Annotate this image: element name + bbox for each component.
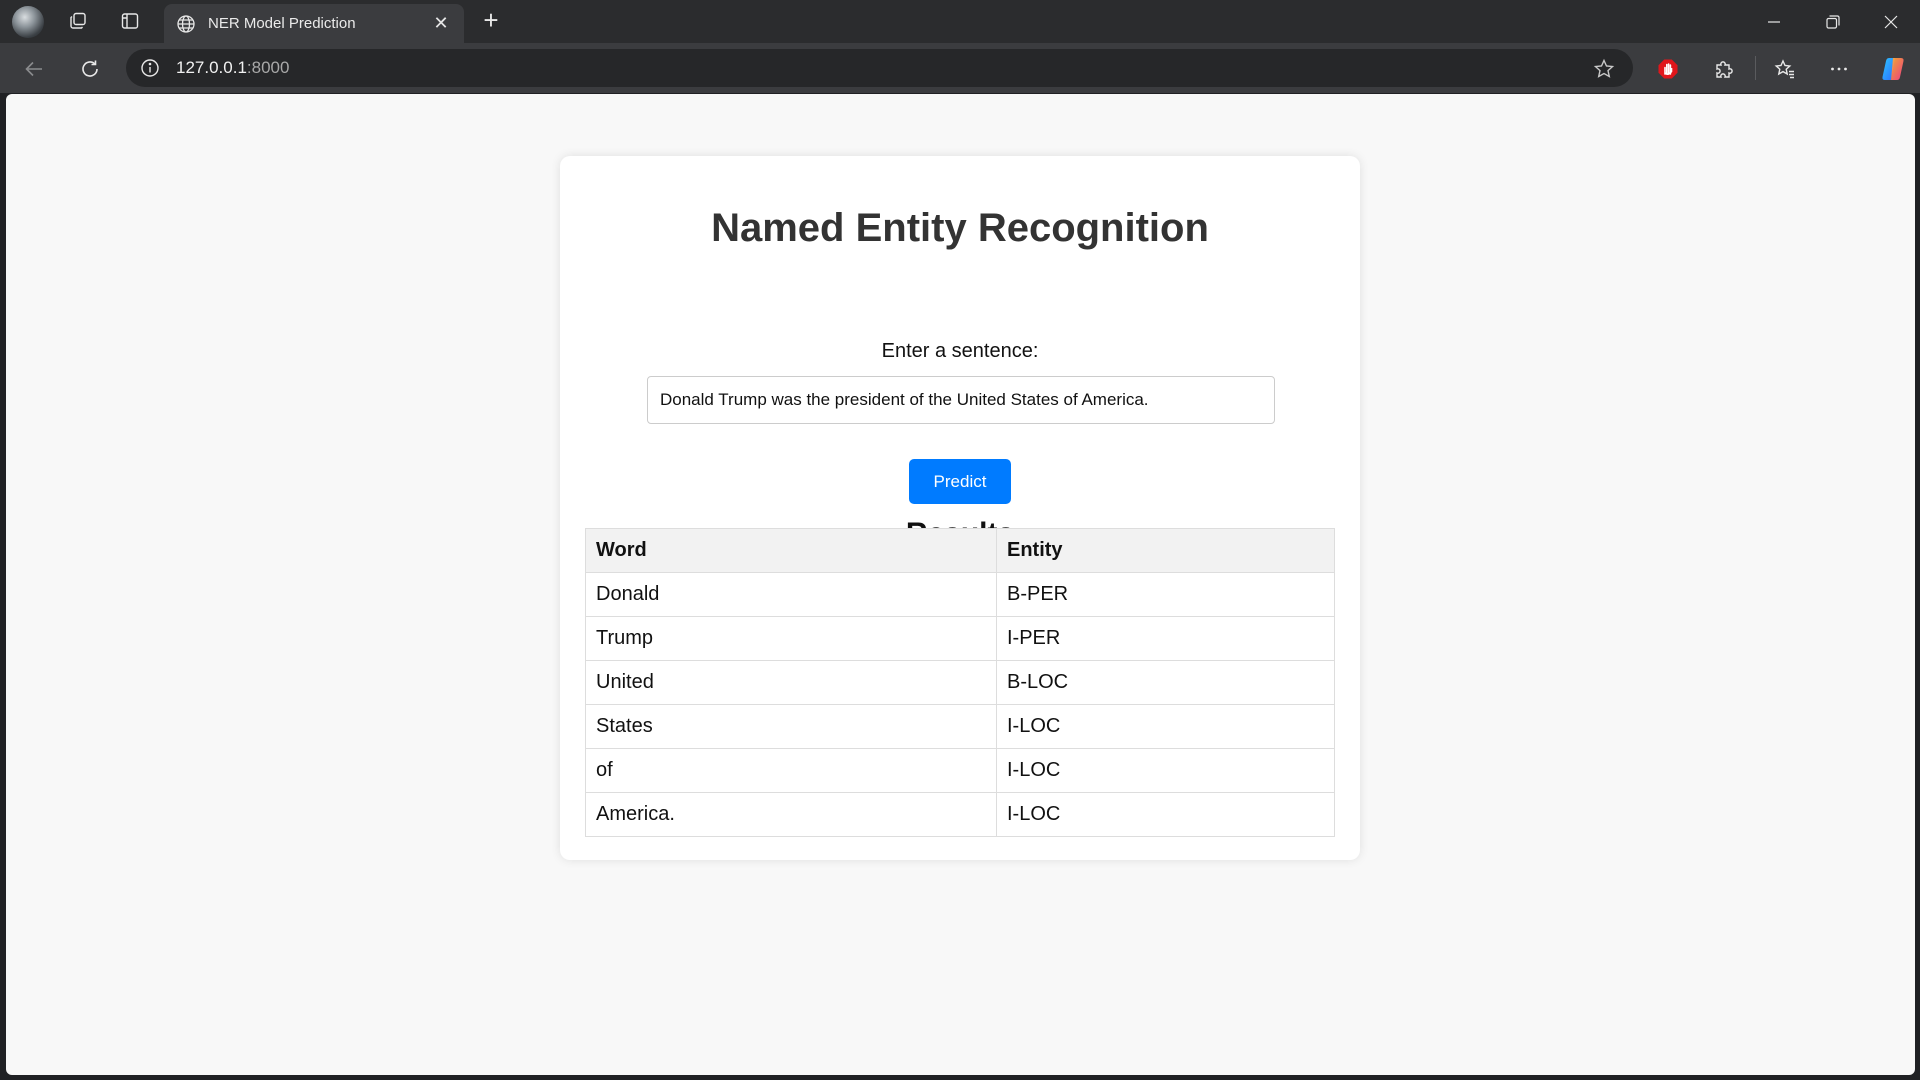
entity-cell: B-PER (996, 572, 1335, 617)
favorites-icon[interactable] (1769, 53, 1801, 85)
table-row: Donald B-PER (585, 572, 1335, 617)
favorite-star-icon[interactable] (1593, 58, 1615, 80)
entity-cell: B-LOC (996, 660, 1335, 705)
minimize-icon[interactable] (1745, 0, 1803, 43)
sentence-input[interactable] (647, 376, 1275, 424)
predict-button[interactable]: Predict (909, 459, 1011, 504)
table-row: Trump I-PER (585, 616, 1335, 661)
column-header-word: Word (585, 528, 997, 573)
entity-cell: I-LOC (996, 792, 1335, 837)
word-cell: Trump (585, 616, 997, 661)
tab-title: NER Model Prediction (208, 15, 356, 32)
column-header-entity: Entity (996, 528, 1335, 573)
word-cell: United (585, 660, 997, 705)
close-window-icon[interactable] (1862, 0, 1920, 43)
entity-cell: I-LOC (996, 748, 1335, 793)
page-viewport: Named Entity Recognition Enter a sentenc… (6, 94, 1915, 1075)
copilot-icon[interactable] (1878, 53, 1910, 85)
word-cell: of (585, 748, 997, 793)
tab-close-icon[interactable]: ✕ (430, 13, 452, 34)
browser-toolbar: 127.0.0.1:8000 (0, 43, 1920, 93)
word-cell: Donald (585, 572, 997, 617)
more-menu-icon[interactable] (1823, 53, 1855, 85)
site-info-icon[interactable] (140, 58, 160, 78)
word-cell: America. (585, 792, 997, 837)
restore-icon[interactable] (1804, 0, 1862, 43)
page-title: Named Entity Recognition (711, 206, 1209, 250)
profile-avatar[interactable] (12, 6, 44, 38)
table-row: States I-LOC (585, 704, 1335, 749)
ner-card: Named Entity Recognition Enter a sentenc… (560, 156, 1360, 860)
table-row: United B-LOC (585, 660, 1335, 705)
entity-cell: I-PER (996, 616, 1335, 661)
entity-cell: I-LOC (996, 704, 1335, 749)
reload-icon[interactable] (74, 53, 106, 85)
results-table: Word Entity Donald B-PER Trump I-PER Uni… (585, 528, 1335, 837)
globe-icon (176, 14, 196, 34)
extensions-puzzle-icon[interactable] (1708, 53, 1740, 85)
sentence-label: Enter a sentence: (881, 340, 1039, 362)
table-row: America. I-LOC (585, 792, 1335, 837)
browser-titlebar: NER Model Prediction ✕ + (0, 0, 1920, 43)
active-tab[interactable]: NER Model Prediction ✕ (164, 4, 464, 43)
word-cell: States (585, 704, 997, 749)
address-bar[interactable]: 127.0.0.1:8000 (126, 49, 1633, 87)
new-tab-button[interactable]: + (476, 6, 506, 36)
back-arrow-icon[interactable] (18, 53, 50, 85)
url-host: 127.0.0.1 (176, 58, 247, 77)
table-row: of I-LOC (585, 748, 1335, 793)
toolbar-divider (1755, 56, 1756, 80)
adblock-extension-icon[interactable] (1652, 53, 1684, 85)
workspaces-icon[interactable] (62, 6, 94, 36)
url-port: :8000 (246, 58, 290, 77)
table-header-row: Word Entity (585, 528, 1335, 573)
vertical-tabs-icon[interactable] (114, 6, 146, 36)
